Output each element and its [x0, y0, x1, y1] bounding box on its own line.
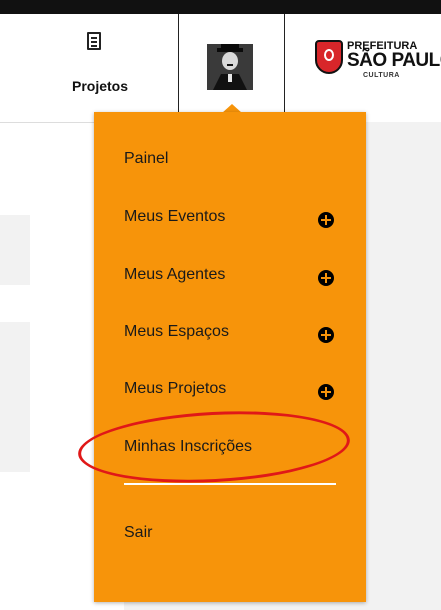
menu-item-meus-projetos[interactable]: Meus Projetos — [94, 370, 366, 410]
prefeitura-logo[interactable]: PREFEITURA SÃO PAULO CULTURA — [315, 40, 441, 90]
background-panel — [366, 122, 441, 610]
projects-nav-button[interactable]: Projetos — [50, 30, 150, 100]
add-circle-icon[interactable] — [318, 270, 334, 286]
menu-item-sair[interactable]: Sair — [94, 514, 366, 554]
menu-item-label: Meus Projetos — [124, 380, 227, 397]
header-divider — [178, 14, 179, 122]
menu-item-label: Meus Espaços — [124, 323, 229, 340]
menu-item-painel[interactable]: Painel — [94, 140, 366, 180]
menu-item-label: Painel — [124, 150, 169, 167]
document-icon — [87, 32, 101, 50]
logo-line-3: CULTURA — [363, 72, 400, 79]
logo-line-2: SÃO PAULO — [347, 50, 441, 71]
top-bar — [0, 0, 441, 14]
header-divider — [284, 14, 285, 122]
menu-divider — [124, 483, 336, 485]
city-crest-icon — [315, 40, 343, 74]
menu-item-meus-eventos[interactable]: Meus Eventos — [94, 198, 366, 238]
user-dropdown-menu: Painel Meus Eventos Meus Agentes Meus Es… — [94, 112, 366, 602]
menu-item-meus-espacos[interactable]: Meus Espaços — [94, 313, 366, 353]
background-panel — [0, 322, 30, 472]
logout-label: Sair — [124, 524, 153, 541]
add-circle-icon[interactable] — [318, 327, 334, 343]
menu-item-meus-agentes[interactable]: Meus Agentes — [94, 256, 366, 296]
menu-item-label: Meus Agentes — [124, 266, 226, 283]
menu-item-label: Meus Eventos — [124, 208, 226, 225]
user-avatar[interactable] — [207, 44, 253, 90]
add-circle-icon[interactable] — [318, 384, 334, 400]
background-panel — [0, 215, 30, 285]
background-panel — [124, 602, 366, 610]
projects-nav-label: Projetos — [71, 78, 128, 94]
add-circle-icon[interactable] — [318, 212, 334, 228]
